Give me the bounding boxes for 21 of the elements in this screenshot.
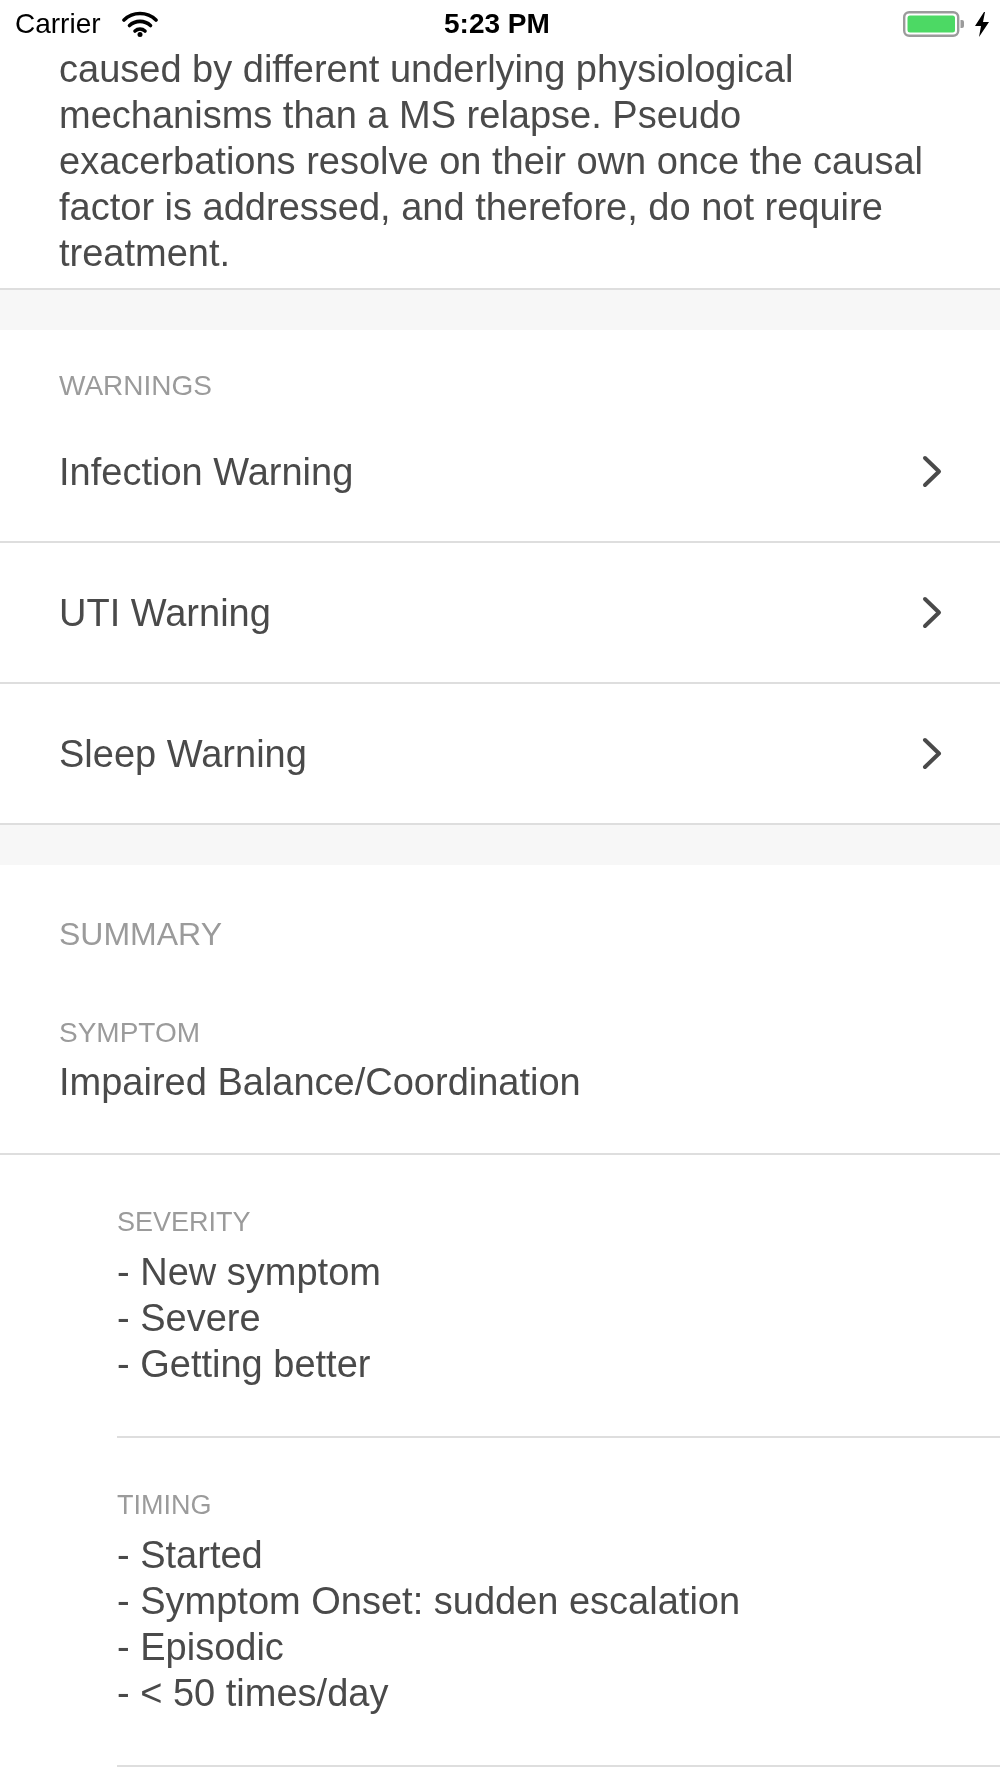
detail-line: - < 50 times/day [117,1671,389,1716]
battery-icon [903,11,964,37]
detail-label: TIMING [117,1490,212,1520]
carrier-label: Carrier [15,8,101,40]
detail-line: - Getting better [117,1342,371,1387]
detail-label: SEVERITY [117,1207,251,1237]
detail-line: - Severe [117,1296,261,1341]
description-text: caused by different underlying physiological mechanisms than a MS relapse. Pseudo exacerbations resolve on their own once the causal factor is addressed, and therefore, do not require treatment. [59,47,924,276]
detail-line: - New symptom [117,1250,381,1295]
wifi-icon [122,11,158,37]
detail-line: - Started [117,1533,263,1578]
field-value: Impaired Balance/Coordination [59,1060,581,1104]
section-header: SUMMARY [59,916,222,952]
chevron-icon [922,737,943,770]
clock-time: 5:23 PM [444,8,550,40]
section-header: WARNINGS [59,370,212,402]
detail-line: - Episodic [117,1625,284,1670]
chevron-icon [922,455,943,488]
chevron-icon [922,596,943,629]
detail-line: - Symptom Onset: sudden escalation [117,1579,741,1624]
field-label: SYMPTOM [59,1018,201,1048]
